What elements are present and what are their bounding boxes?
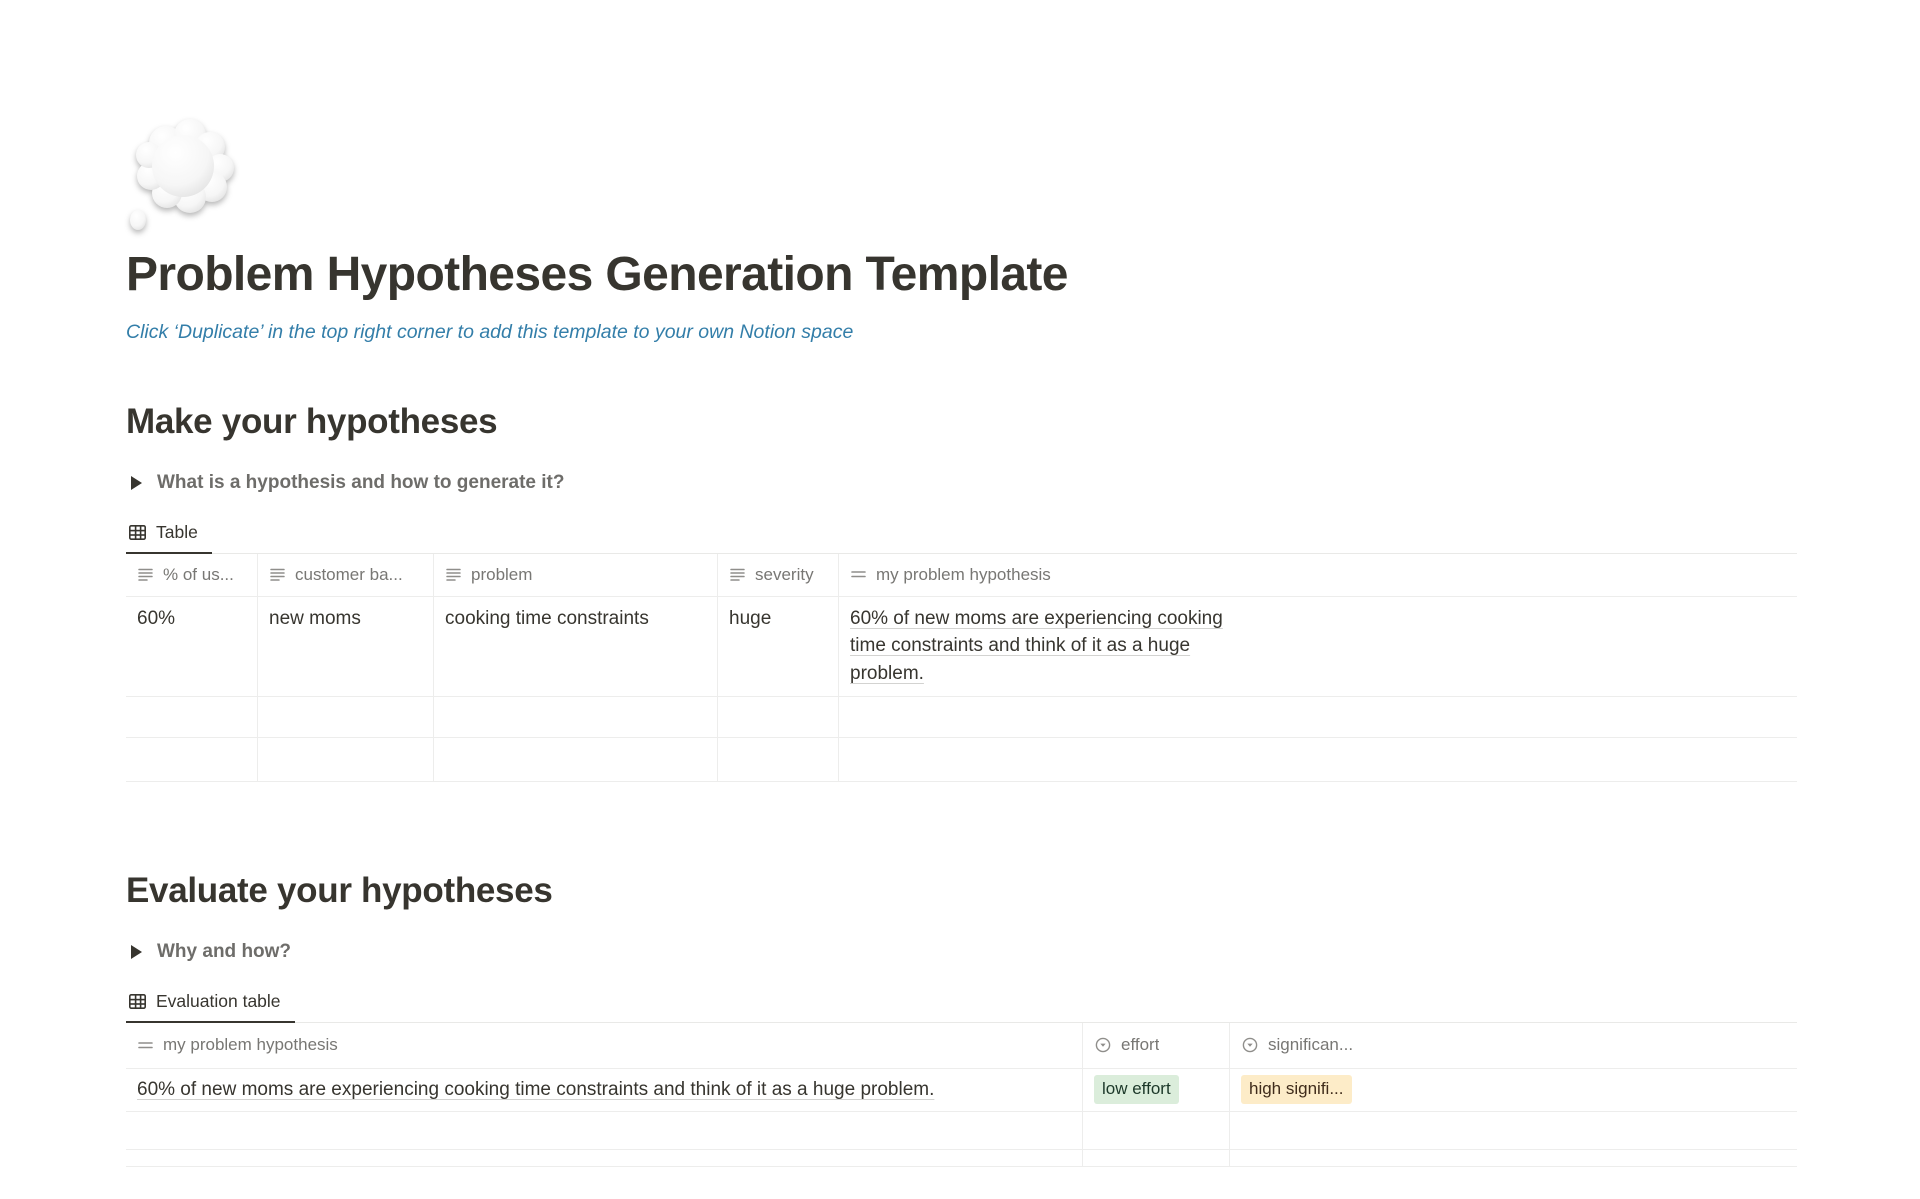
- tab-evaluation-table-view[interactable]: Evaluation table: [126, 987, 295, 1023]
- thought-balloon-icon: [126, 116, 238, 232]
- select-property-icon: [1241, 1036, 1259, 1054]
- column-header-label: problem: [471, 563, 532, 588]
- text-property-icon: [729, 566, 746, 583]
- cell-empty[interactable]: [434, 738, 718, 781]
- cell-empty[interactable]: [839, 738, 1797, 781]
- column-header-label: my problem hypothesis: [163, 1033, 338, 1058]
- cell-effort[interactable]: low effort: [1083, 1069, 1230, 1111]
- table-row-empty: [126, 1150, 1797, 1167]
- select-property-icon: [1094, 1036, 1112, 1054]
- cell-empty[interactable]: [1230, 1112, 1797, 1149]
- effort-tag[interactable]: low effort: [1094, 1075, 1179, 1103]
- cell-empty[interactable]: [718, 738, 839, 781]
- column-header-label: customer ba...: [295, 563, 403, 588]
- column-header-label: effort: [1121, 1033, 1159, 1058]
- table-row: 60% new moms cooking time constraints hu…: [126, 597, 1797, 697]
- cell-empty[interactable]: [839, 697, 1797, 737]
- cell-empty[interactable]: [258, 697, 434, 737]
- page-content: Problem Hypotheses Generation Template C…: [126, 0, 1797, 1167]
- heading-evaluate-your-hypotheses[interactable]: Evaluate your hypotheses: [126, 870, 1797, 912]
- cell-problem[interactable]: cooking time constraints: [434, 597, 718, 696]
- hypothesis-title-text: 60% of new moms are experiencing cooking…: [850, 605, 1232, 688]
- title-property-icon: [850, 566, 867, 583]
- toggle-triangle-icon: [131, 476, 142, 490]
- text-property-icon: [137, 566, 154, 583]
- column-header-my-problem-hypothesis[interactable]: my problem hypothesis: [126, 1023, 1083, 1068]
- heading-make-your-hypotheses[interactable]: Make your hypotheses: [126, 401, 1797, 443]
- cell-empty[interactable]: [126, 1150, 1083, 1166]
- column-header-label: severity: [755, 563, 814, 588]
- page-subtitle[interactable]: Click ‘Duplicate’ in the top right corne…: [126, 320, 1797, 345]
- column-header-label: my problem hypothesis: [876, 563, 1051, 588]
- table-view-icon: [128, 992, 147, 1011]
- page-icon[interactable]: [126, 116, 1797, 232]
- text-property-icon: [269, 566, 286, 583]
- table-row-empty: [126, 697, 1797, 738]
- column-header-my-problem-hypothesis[interactable]: my problem hypothesis: [839, 554, 1797, 596]
- cell-severity[interactable]: huge: [718, 597, 839, 696]
- table-header-row: my problem hypothesis effort: [126, 1023, 1797, 1069]
- title-property-icon: [137, 1037, 154, 1054]
- cell-empty[interactable]: [126, 697, 258, 737]
- table-row-empty: [126, 738, 1797, 782]
- toggle-label: What is a hypothesis and how to generate…: [157, 472, 565, 494]
- column-header-significance[interactable]: significan...: [1230, 1023, 1797, 1068]
- column-header-problem[interactable]: problem: [434, 554, 718, 596]
- column-header-label: % of us...: [163, 563, 234, 588]
- table-view-icon: [128, 523, 147, 542]
- column-header-severity[interactable]: severity: [718, 554, 839, 596]
- cell-empty[interactable]: [434, 697, 718, 737]
- column-header-label: significan...: [1268, 1033, 1353, 1058]
- notion-page: Problem Hypotheses Generation Template C…: [0, 0, 1920, 1199]
- column-header-customer-base[interactable]: customer ba...: [258, 554, 434, 596]
- significance-tag[interactable]: high signifi...: [1241, 1075, 1352, 1103]
- toggle-why-and-how[interactable]: Why and how?: [126, 939, 1797, 965]
- cell-percent-of-users[interactable]: 60%: [126, 597, 258, 696]
- toggle-label: Why and how?: [157, 941, 291, 963]
- table-row: 60% of new moms are experiencing cooking…: [126, 1069, 1797, 1112]
- cell-empty[interactable]: [126, 738, 258, 781]
- page-title[interactable]: Problem Hypotheses Generation Template: [126, 246, 1797, 304]
- cell-empty[interactable]: [718, 697, 839, 737]
- evaluation-table: my problem hypothesis effort: [126, 1022, 1797, 1167]
- column-header-effort[interactable]: effort: [1083, 1023, 1230, 1068]
- cell-empty[interactable]: [126, 1112, 1083, 1149]
- cell-my-problem-hypothesis[interactable]: 60% of new moms are experiencing cooking…: [839, 597, 1797, 696]
- tab-label: Table: [156, 522, 198, 543]
- hypotheses-table: % of us... customer ba...: [126, 553, 1797, 782]
- cell-empty[interactable]: [1083, 1112, 1230, 1149]
- hypothesis-title-text: 60% of new moms are experiencing cooking…: [137, 1076, 934, 1104]
- cell-empty[interactable]: [1230, 1150, 1797, 1166]
- cell-significance[interactable]: high signifi...: [1230, 1069, 1797, 1111]
- tab-table-view[interactable]: Table: [126, 518, 212, 554]
- tab-label: Evaluation table: [156, 991, 281, 1012]
- table-header-row: % of us... customer ba...: [126, 554, 1797, 597]
- column-header-percent-of-users[interactable]: % of us...: [126, 554, 258, 596]
- cell-my-problem-hypothesis[interactable]: 60% of new moms are experiencing cooking…: [126, 1069, 1083, 1111]
- toggle-what-is-a-hypothesis[interactable]: What is a hypothesis and how to generate…: [126, 470, 1797, 496]
- text-property-icon: [445, 566, 462, 583]
- cell-empty[interactable]: [258, 738, 434, 781]
- table-row-empty: [126, 1112, 1797, 1150]
- cell-customer-base[interactable]: new moms: [258, 597, 434, 696]
- cell-empty[interactable]: [1083, 1150, 1230, 1166]
- toggle-triangle-icon: [131, 945, 142, 959]
